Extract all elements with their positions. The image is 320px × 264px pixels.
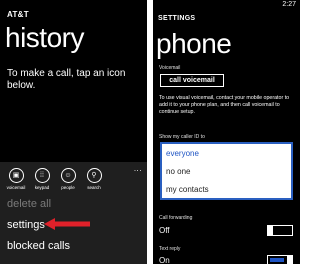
carrier-name: AT&T [7, 10, 29, 19]
more-options-icon[interactable]: ... [134, 164, 142, 173]
call-voicemail-button[interactable]: call voicemail [160, 74, 224, 87]
instruction-text: To make a call, tap an icon below. [7, 68, 126, 91]
voicemail-label: Voicemail [159, 65, 181, 71]
call-forwarding-label: Call forwarding [159, 215, 193, 221]
voicemail-label: voicemail [6, 185, 26, 190]
menu-item-settings[interactable]: settings [7, 219, 45, 231]
voicemail-icon: ▣ [8, 168, 24, 183]
people-label: people [61, 185, 75, 190]
people-icon: ☺ [60, 168, 76, 183]
search-button[interactable]: ⚲ search [82, 168, 106, 190]
menu-item-delete-all[interactable]: delete all [7, 198, 51, 210]
voicemail-button[interactable]: ▣ voicemail [4, 168, 28, 190]
pointer-arrow-icon [44, 218, 90, 230]
phone-settings-screen: 2:27 SETTINGS phone Voicemail call voice… [153, 0, 300, 264]
text-reply-label: Text reply [159, 246, 181, 252]
section-title: SETTINGS [158, 15, 196, 22]
people-button[interactable]: ☺ people [56, 168, 80, 190]
caller-id-option-no-one[interactable]: no one [166, 167, 190, 176]
text-reply-toggle[interactable] [267, 255, 293, 264]
search-icon: ⚲ [86, 168, 102, 183]
call-forwarding-toggle[interactable] [267, 225, 293, 236]
keypad-button[interactable]: ⁞⁞ keypad [30, 168, 54, 190]
history-screen: AT&T history To make a call, tap an icon… [0, 0, 147, 264]
page-title: phone [156, 28, 232, 59]
toggle-knob [267, 225, 273, 236]
caller-id-option-everyone[interactable]: everyone [166, 149, 199, 158]
page-title: history [5, 22, 84, 53]
caller-id-label: Show my caller ID to [159, 134, 205, 140]
status-clock: 2:27 [282, 1, 296, 8]
call-forwarding-state: Off [159, 226, 170, 235]
caller-id-option-my-contacts[interactable]: my contacts [166, 185, 209, 194]
menu-item-blocked-calls[interactable]: blocked calls [7, 240, 70, 252]
toggle-fill [270, 258, 284, 262]
voicemail-description: To use visual voicemail, contact your mo… [159, 95, 290, 115]
toggle-knob [287, 255, 293, 264]
keypad-label: keypad [34, 185, 50, 190]
caller-id-list: everyone no one my contacts [160, 142, 293, 200]
search-label: search [87, 185, 101, 190]
keypad-icon: ⁞⁞ [34, 168, 50, 183]
text-reply-state: On [159, 256, 170, 264]
